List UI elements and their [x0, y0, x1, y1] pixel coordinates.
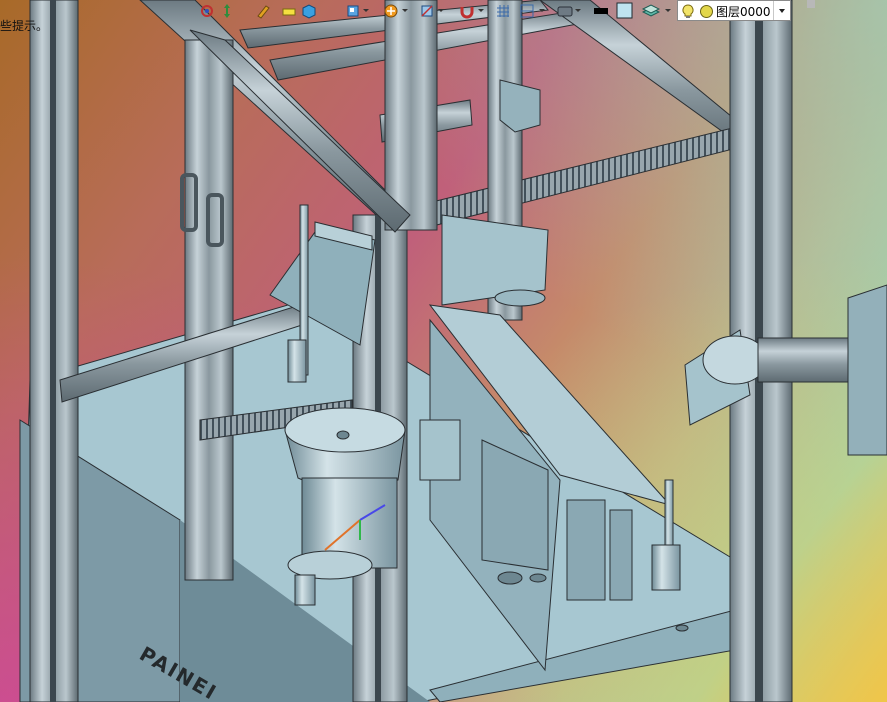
sun-icon[interactable]: [700, 5, 713, 18]
layer-dropdown[interactable]: 图层0000: [677, 0, 791, 21]
fill-color-icon[interactable]: [616, 2, 634, 20]
toolbar-edge: [807, 0, 815, 8]
chevron-down-icon[interactable]: [773, 1, 790, 20]
grid-icon[interactable]: [494, 2, 512, 20]
view-cube-icon[interactable]: [344, 2, 362, 20]
highlight-icon[interactable]: [280, 2, 298, 20]
layers-icon[interactable]: [642, 2, 660, 20]
cad-viewport[interactable]: PAINEI 些提示。 图层0000: [0, 0, 887, 702]
snap-icon[interactable]: [518, 2, 536, 20]
view-pan-icon[interactable]: [218, 2, 236, 20]
lightbulb-icon[interactable]: [682, 4, 694, 19]
view-orbit-icon[interactable]: [198, 2, 216, 20]
layer-name: 图层0000: [716, 5, 771, 19]
pencil-icon[interactable]: [254, 2, 272, 20]
frame-rear: [139, 0, 769, 233]
magnet-icon[interactable]: [458, 2, 476, 20]
line-color-icon[interactable]: [592, 2, 610, 20]
model-3d-view[interactable]: PAINEI: [0, 0, 887, 702]
render-sphere-icon[interactable]: [382, 2, 400, 20]
solid-box-icon[interactable]: [300, 2, 318, 20]
section-view-icon[interactable]: [418, 2, 436, 20]
material-icon[interactable]: [556, 2, 574, 20]
status-hint: 些提示。: [0, 19, 49, 33]
